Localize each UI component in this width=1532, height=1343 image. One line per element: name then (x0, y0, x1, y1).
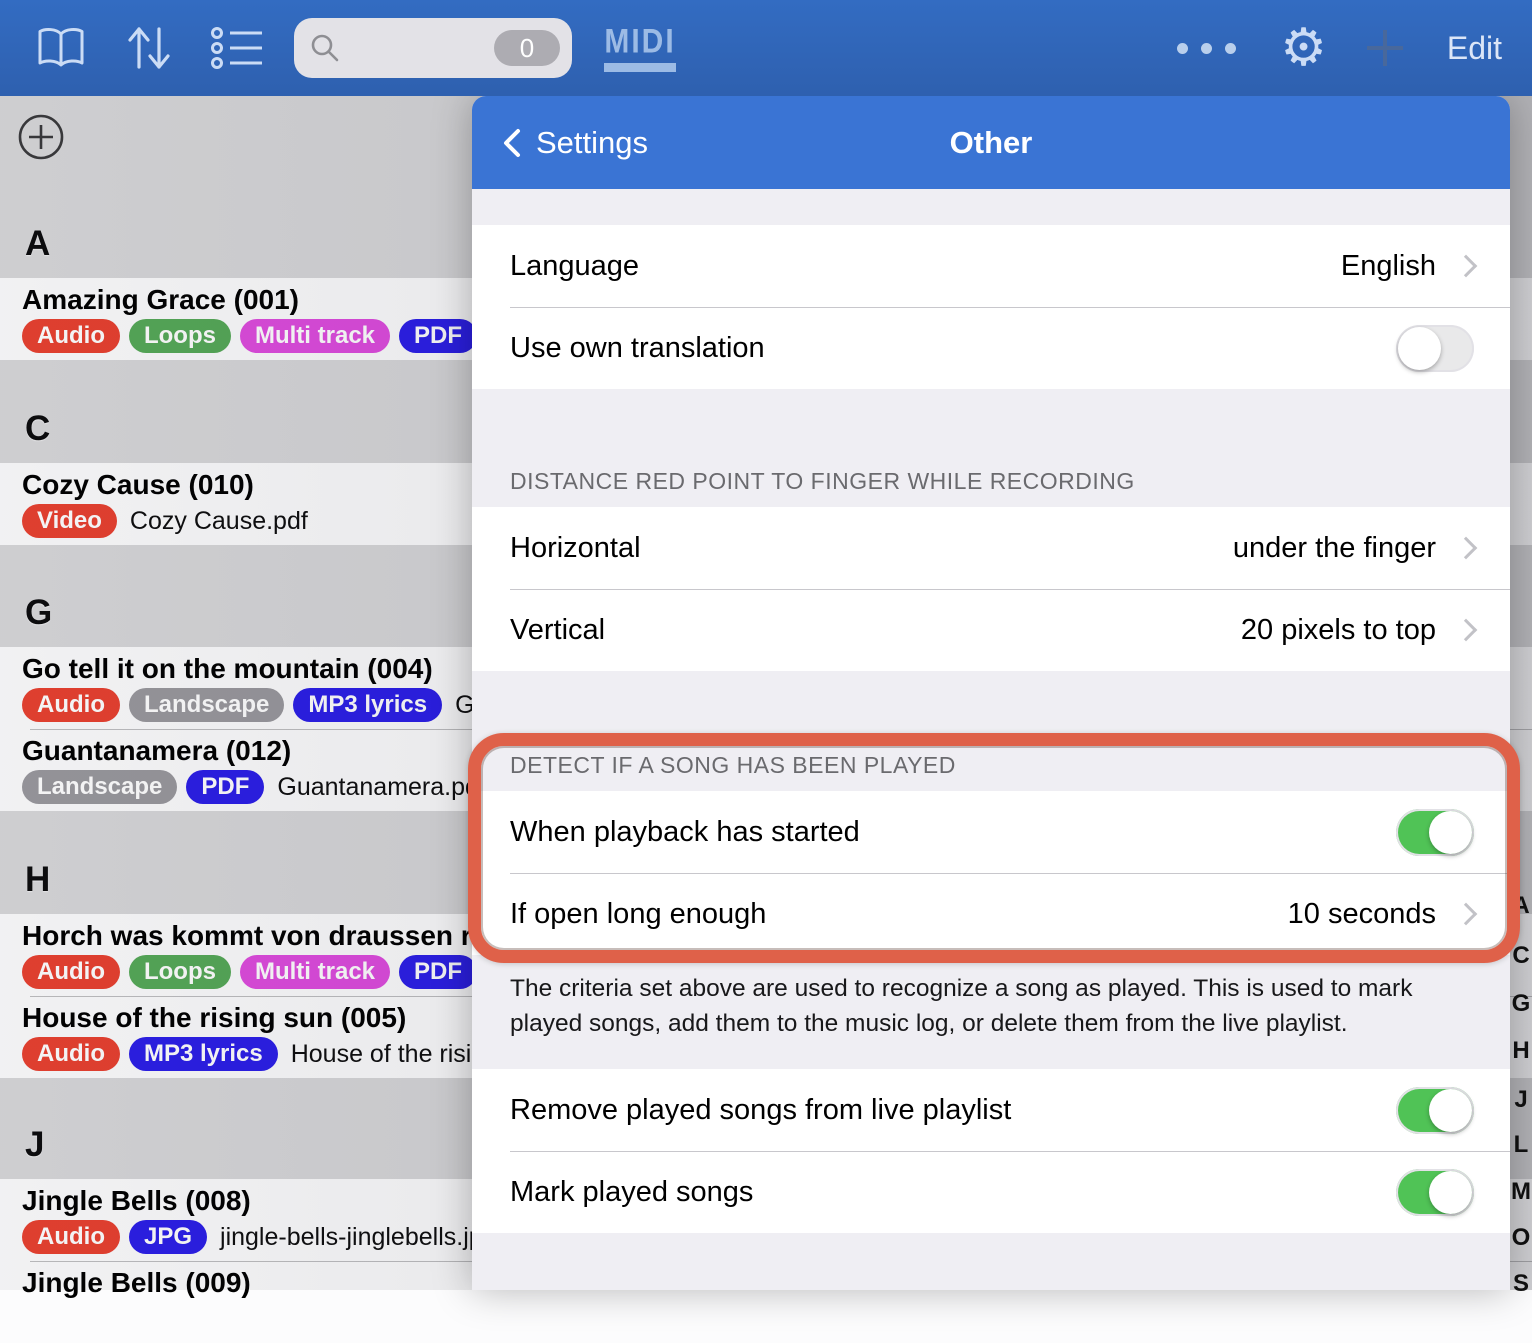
tag-badge: Landscape (22, 770, 178, 804)
tag-badge: Loops (128, 955, 231, 989)
row-label: Mark played songs (510, 1175, 754, 1208)
index-letter[interactable]: H (1510, 1037, 1532, 1065)
language-row[interactable]: Language English (472, 225, 1510, 307)
tag-badge: Audio (22, 1220, 120, 1254)
search-icon (310, 33, 340, 63)
chevron-right-icon (1454, 254, 1478, 278)
section-letter: H (25, 860, 51, 899)
back-label: Settings (536, 124, 649, 160)
tag-badge: MP3 lyrics (128, 1037, 278, 1071)
section-letter: J (25, 1125, 45, 1164)
row-label: Vertical (510, 613, 606, 646)
index-letter[interactable]: M (1510, 1178, 1532, 1206)
midi-logo-bar (604, 62, 676, 72)
row-value: English (1340, 249, 1436, 282)
top-toolbar: 0 MIDI ⚙ Edit (0, 0, 1532, 96)
tag-badge: Audio (22, 955, 120, 989)
alphabet-index: A C G H J L M O S (1510, 96, 1532, 1297)
library-book-icon[interactable] (34, 25, 88, 71)
chevron-right-icon (1454, 618, 1478, 642)
index-letter[interactable]: C (1510, 942, 1532, 970)
row-value: 20 pixels to top (1240, 613, 1436, 646)
remove-played-toggle[interactable] (1396, 1086, 1474, 1134)
sort-icon[interactable] (124, 23, 174, 73)
index-letter[interactable]: L (1510, 1131, 1532, 1159)
use-own-translation-toggle[interactable] (1396, 324, 1474, 372)
tag-badge: Multi track (239, 319, 391, 353)
edit-button[interactable]: Edit (1447, 30, 1502, 67)
row-label: Horizontal (510, 531, 641, 564)
index-letter[interactable]: S (1510, 1270, 1532, 1298)
use-own-translation-row[interactable]: Use own translation (472, 307, 1510, 389)
row-label: If open long enough (510, 897, 767, 930)
search-input[interactable]: 0 (294, 18, 572, 78)
row-label: Language (510, 249, 640, 282)
index-letter[interactable]: J (1510, 1086, 1532, 1114)
song-file: House of the risin (290, 1039, 486, 1068)
song-file: jingle-bells-jinglebells.jpg (220, 1222, 497, 1251)
section-header-detect: DETECT IF A SONG HAS BEEN PLAYED (510, 752, 956, 778)
row-value: under the finger (1232, 531, 1436, 564)
song-file: Cozy Cause.pdf (129, 506, 308, 535)
remove-played-row[interactable]: Remove played songs from live playlist (472, 1069, 1510, 1151)
tag-badge: Video (22, 504, 117, 538)
popover-header: Other Settings (472, 96, 1510, 189)
section-header-distance: DISTANCE RED POINT TO FINGER WHILE RECOR… (510, 468, 1135, 494)
add-icon[interactable] (1365, 28, 1405, 68)
add-song-button[interactable] (18, 114, 64, 160)
tag-badge: JPG (128, 1220, 208, 1254)
tag-badge: Audio (22, 1037, 120, 1071)
tag-badge: Audio (22, 319, 120, 353)
chevron-left-icon (504, 128, 520, 157)
tag-badge: PDF (186, 770, 265, 804)
vertical-row[interactable]: Vertical 20 pixels to top (472, 589, 1510, 671)
chevron-right-icon (1454, 902, 1478, 926)
settings-gear-icon[interactable]: ⚙ (1280, 22, 1327, 74)
midi-indicator[interactable]: MIDI (600, 21, 680, 72)
more-options-icon[interactable] (1177, 42, 1237, 54)
row-value: 10 seconds (1287, 897, 1436, 930)
setlist-icon[interactable] (210, 25, 264, 71)
index-letter[interactable]: O (1510, 1224, 1532, 1252)
midi-logo: MIDI (604, 21, 676, 60)
when-playback-row[interactable]: When playback has started (472, 791, 1510, 873)
tag-badge: Landscape (128, 688, 285, 722)
section-letter: A (25, 224, 51, 263)
search-count-badge: 0 (494, 30, 560, 66)
tag-badge: Audio (22, 688, 120, 722)
when-playback-toggle[interactable] (1396, 808, 1474, 856)
horizontal-row[interactable]: Horizontal under the finger (472, 507, 1510, 589)
section-letter: C (25, 409, 51, 448)
row-label: Use own translation (510, 331, 765, 364)
mark-played-toggle[interactable] (1396, 1168, 1474, 1216)
tag-badge: PDF (399, 955, 478, 989)
section-letter: G (25, 593, 53, 632)
detect-footer-note: The criteria set above are used to recog… (510, 975, 1413, 1037)
index-letter[interactable]: G (1510, 990, 1532, 1018)
tag-badge: Multi track (239, 955, 391, 989)
mark-played-row[interactable]: Mark played songs (472, 1151, 1510, 1233)
back-button[interactable]: Settings (500, 125, 648, 161)
if-open-row[interactable]: If open long enough 10 seconds (472, 873, 1510, 955)
tag-badge: Loops (128, 319, 231, 353)
tag-badge: PDF (399, 319, 478, 353)
row-label: Remove played songs from live playlist (510, 1093, 1012, 1126)
row-label: When playback has started (510, 815, 860, 848)
index-letter[interactable]: A (1510, 892, 1532, 920)
song-file: Guantanamera.pdf (277, 772, 486, 801)
tag-badge: MP3 lyrics (293, 688, 443, 722)
settings-popover: Other Settings Language English Use own … (472, 72, 1510, 1290)
chevron-right-icon (1454, 536, 1478, 560)
